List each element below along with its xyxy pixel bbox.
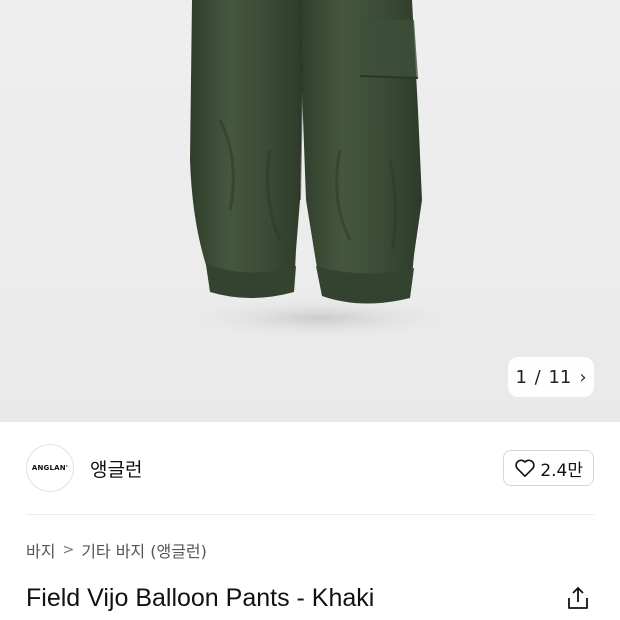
product-image-carousel[interactable]: 1 / 11 › — [0, 0, 620, 422]
breadcrumb-item-subcategory[interactable]: 기타 바지 (앵글런) — [81, 538, 207, 562]
share-icon — [568, 587, 588, 609]
image-counter-total: 11 — [548, 366, 572, 388]
share-button[interactable] — [564, 584, 592, 612]
product-page: 1 / 11 › ANGLAN' 앵글런 2.4만 바지 > 기타 바지 (앵글… — [0, 0, 620, 620]
chevron-right-icon: > — [62, 542, 75, 558]
breadcrumb: 바지 > 기타 바지 (앵글런) — [26, 538, 207, 562]
image-counter-separator: / — [534, 366, 541, 388]
image-counter[interactable]: 1 / 11 › — [508, 357, 594, 397]
product-title: Field Vijo Balloon Pants - Khaki — [26, 584, 375, 612]
brand-logo[interactable]: ANGLAN' — [26, 444, 74, 492]
breadcrumb-item-category[interactable]: 바지 — [26, 538, 55, 562]
divider — [26, 514, 594, 515]
chevron-right-icon[interactable]: › — [579, 367, 586, 388]
brand-name[interactable]: 앵글런 — [90, 455, 142, 482]
image-counter-current: 1 — [515, 366, 527, 388]
brand-logo-text: ANGLAN' — [31, 464, 69, 472]
brand-row[interactable]: ANGLAN' 앵글런 2.4만 — [0, 422, 620, 514]
like-button[interactable]: 2.4만 — [503, 450, 594, 486]
heart-icon — [515, 459, 535, 477]
like-count: 2.4만 — [540, 460, 583, 481]
